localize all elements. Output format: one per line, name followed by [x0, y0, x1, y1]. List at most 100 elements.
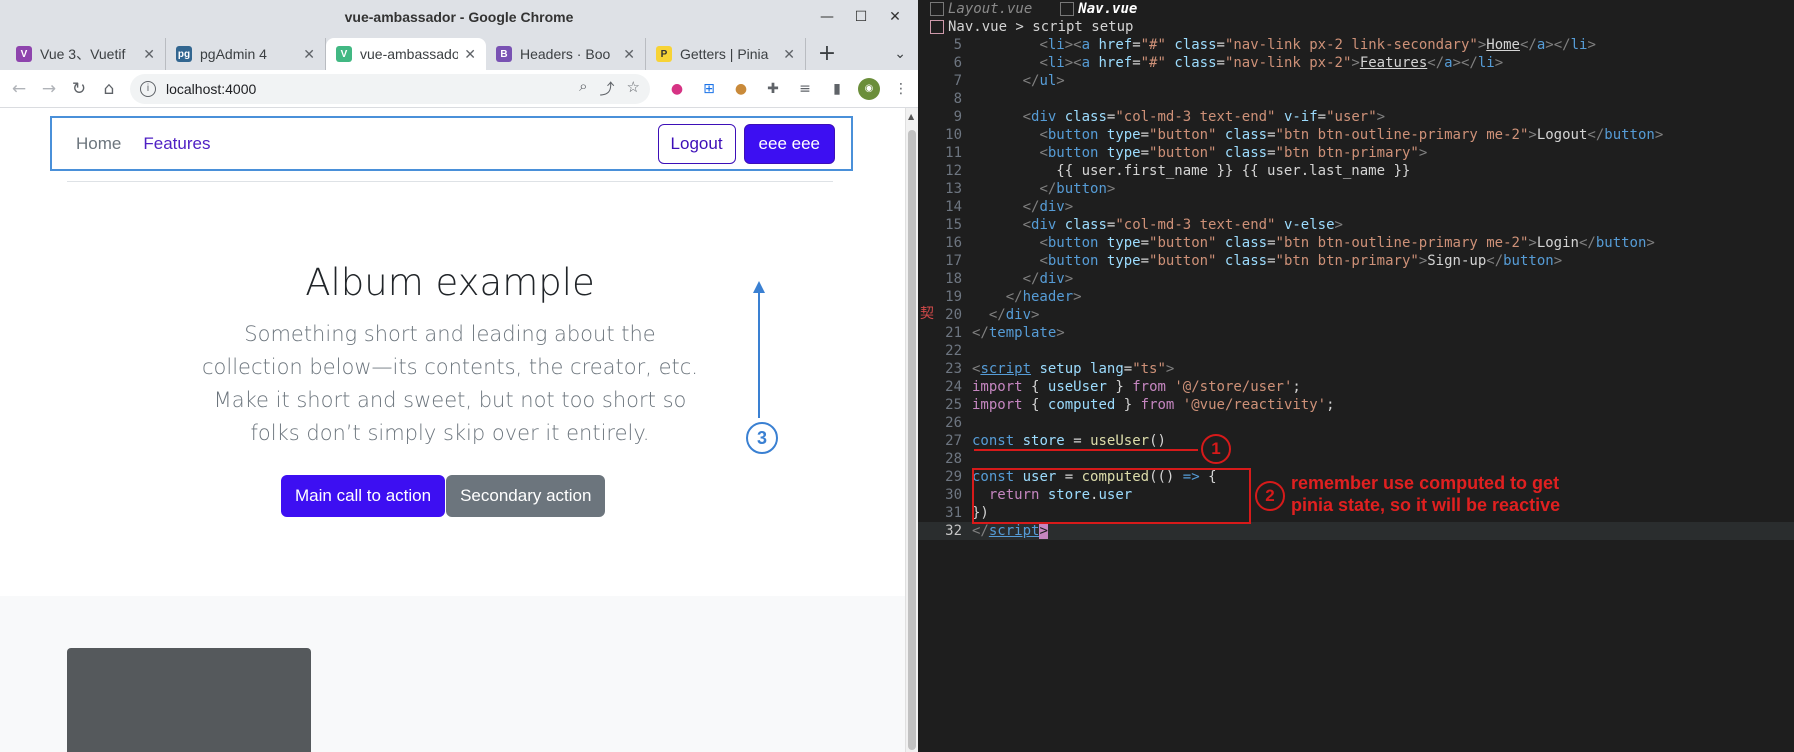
- media-icon[interactable]: ≡: [794, 78, 816, 100]
- tab-label: vue-ambassador: [360, 46, 459, 62]
- extensions-puzzle-icon[interactable]: ✚: [762, 78, 784, 100]
- cookie-icon[interactable]: ●: [730, 78, 752, 100]
- translate-icon[interactable]: ⊞: [698, 78, 720, 100]
- tab-vue-ambassador[interactable]: V vue-ambassador ✕: [326, 38, 486, 70]
- secondary-action-button[interactable]: Secondary action: [446, 475, 606, 517]
- code-line: 25 import { computed } from '@vue/reactiv…: [945, 397, 1335, 413]
- code-line: 20 </div>: [945, 307, 1040, 323]
- annotation-badge-1: 1: [1201, 434, 1231, 464]
- share-icon[interactable]: ⤴: [600, 78, 615, 99]
- minimize-icon[interactable]: —: [812, 6, 842, 28]
- editor-tab-label: Layout.vue: [948, 1, 1033, 17]
- logout-button[interactable]: Logout: [657, 123, 736, 164]
- scrollbar-thumb[interactable]: [908, 130, 916, 750]
- title-bar: vue-ambassador - Google Chrome — ☐ ✕: [0, 0, 918, 34]
- code-line: 23 <script setup lang="ts">: [945, 361, 1175, 377]
- url-input[interactable]: i localhost:4000 ⌕ ⤴ ☆: [130, 73, 650, 104]
- menu-icon[interactable]: ⋮: [890, 78, 912, 100]
- annotation-arrow-head-icon: [753, 281, 765, 293]
- pgadmin-favicon-icon: pg: [176, 46, 192, 62]
- code-line: 8: [953, 91, 962, 107]
- vuetify-favicon-icon: V: [16, 46, 32, 62]
- editor-tabs: Layout.vue Nav.vue: [918, 0, 1794, 18]
- file-icon: [930, 20, 944, 34]
- window-title: vue-ambassador - Google Chrome: [344, 9, 574, 25]
- code-line: 27 const store = useUser(): [945, 433, 1166, 449]
- main-call-to-action-button[interactable]: Main call to action: [281, 475, 446, 517]
- editor-tab-layout[interactable]: Layout.vue: [930, 1, 1032, 17]
- code-line: 19 </header>: [945, 289, 1082, 305]
- address-bar: ← → ↻ ⌂ i localhost:4000 ⌕ ⤴ ☆ ● ⊞ ● ✚ ≡…: [0, 70, 918, 108]
- scroll-up-icon[interactable]: ▲: [908, 112, 914, 121]
- code-line: 22: [945, 343, 962, 359]
- url-text: localhost:4000: [166, 80, 257, 97]
- bootstrap-favicon-icon: B: [496, 46, 512, 62]
- window-controls: — ☐ ✕: [812, 6, 910, 28]
- side-panel-icon[interactable]: ▮: [826, 78, 848, 100]
- browser-window: vue-ambassador - Google Chrome — ☐ ✕ V V…: [0, 0, 918, 752]
- zoom-icon[interactable]: ⌕: [579, 78, 587, 99]
- reload-icon[interactable]: ↻: [66, 75, 92, 103]
- page-title: Album example: [305, 261, 595, 304]
- nav-link-home[interactable]: Home: [76, 134, 121, 154]
- code-line: 7 </ul>: [953, 73, 1065, 89]
- code-editor: Layout.vue Nav.vue Nav.vue > script setu…: [918, 0, 1794, 752]
- tab-search-chevron-icon[interactable]: ⌄: [894, 46, 906, 62]
- site-header: Home Features Logout eee eee: [50, 116, 853, 171]
- hero-lead-text: Something short and leading about the co…: [201, 322, 698, 445]
- bookmark-star-icon[interactable]: ☆: [627, 78, 640, 99]
- annotation-note: remember use computed to get pinia state…: [1291, 472, 1560, 516]
- forward-icon[interactable]: →: [36, 75, 62, 103]
- annotation-arrow: [758, 288, 760, 418]
- code-line-current: 32 </script>: [918, 522, 1794, 540]
- extensions: ● ⊞ ● ✚ ≡ ▮ ◉ ⋮: [666, 77, 912, 100]
- code-line: 24 import { useUser } from '@/store/user'…: [945, 379, 1301, 395]
- code-line: 14 </div>: [945, 199, 1074, 215]
- code-line: 12 {{ user.first_name }} {{ user.last_na…: [945, 163, 1411, 179]
- close-tab-icon[interactable]: ✕: [464, 46, 476, 63]
- code-line: 6 <li><a href="#" class="nav-link px-2">…: [953, 55, 1504, 71]
- code-line: 10 <button type="button" class="btn btn-…: [945, 127, 1664, 143]
- home-icon[interactable]: ⌂: [96, 75, 122, 103]
- pinia-favicon-icon: P: [656, 46, 672, 62]
- maximize-icon[interactable]: ☐: [846, 6, 876, 28]
- close-icon[interactable]: ✕: [880, 6, 910, 28]
- page-viewport: Home Features Logout eee eee Album examp…: [0, 108, 905, 752]
- breadcrumb: Nav.vue > script setup: [918, 18, 1794, 36]
- annotation-note-line-2: pinia state, so it will be reactive: [1291, 495, 1561, 515]
- back-icon[interactable]: ←: [6, 75, 32, 103]
- tab-pgadmin[interactable]: pg pgAdmin 4 ✕: [166, 38, 326, 70]
- close-tab-icon[interactable]: ✕: [623, 46, 635, 63]
- close-tab-icon[interactable]: ✕: [143, 46, 155, 63]
- code-line: 17 <button type="button" class="btn btn-…: [945, 253, 1563, 269]
- annotation-badge-3: 3: [746, 422, 778, 454]
- code-line: 9 <div class="col-md-3 text-end" v-if="u…: [953, 109, 1386, 125]
- extension-pink-icon[interactable]: ●: [666, 78, 688, 100]
- album-card-thumbnail[interactable]: [67, 648, 311, 752]
- tab-vue3[interactable]: V Vue 3、Vuetif ✕: [6, 38, 166, 70]
- code-line: 21 </template>: [945, 325, 1065, 341]
- tab-headers-bootstrap[interactable]: B Headers · Boo ✕: [486, 38, 646, 70]
- code-lines[interactable]: 5 <li><a href="#" class="nav-link px-2 l…: [918, 36, 1794, 540]
- close-tab-icon[interactable]: ✕: [783, 46, 795, 63]
- page-scrollbar[interactable]: ▲: [905, 108, 918, 752]
- tab-getters-pinia[interactable]: P Getters | Pinia ✕: [646, 38, 806, 70]
- site-info-icon[interactable]: i: [140, 80, 156, 97]
- tab-strip: V Vue 3、Vuetif ✕ pg pgAdmin 4 ✕ V vue-am…: [0, 34, 918, 70]
- editor-tab-label: Nav.vue: [1078, 1, 1138, 17]
- code-line: 26: [945, 415, 962, 431]
- code-line: 28: [945, 451, 962, 467]
- code-line: 18 </div>: [945, 271, 1074, 287]
- divider: [67, 181, 833, 182]
- editor-tab-nav[interactable]: Nav.vue: [1060, 1, 1137, 17]
- close-tab-icon[interactable]: ✕: [303, 46, 315, 63]
- nav-link-features[interactable]: Features: [143, 134, 210, 154]
- code-line: 11 <button type="button" class="btn btn-…: [945, 145, 1428, 161]
- tab-label: pgAdmin 4: [200, 46, 267, 62]
- user-name-button[interactable]: eee eee: [743, 123, 835, 164]
- breadcrumb-text: Nav.vue > script setup: [948, 19, 1134, 35]
- code-line: 13 </button>: [945, 181, 1116, 197]
- hero-actions: Main call to action Secondary action: [281, 475, 606, 517]
- avatar[interactable]: ◉: [858, 77, 880, 100]
- new-tab-icon[interactable]: +: [812, 38, 842, 68]
